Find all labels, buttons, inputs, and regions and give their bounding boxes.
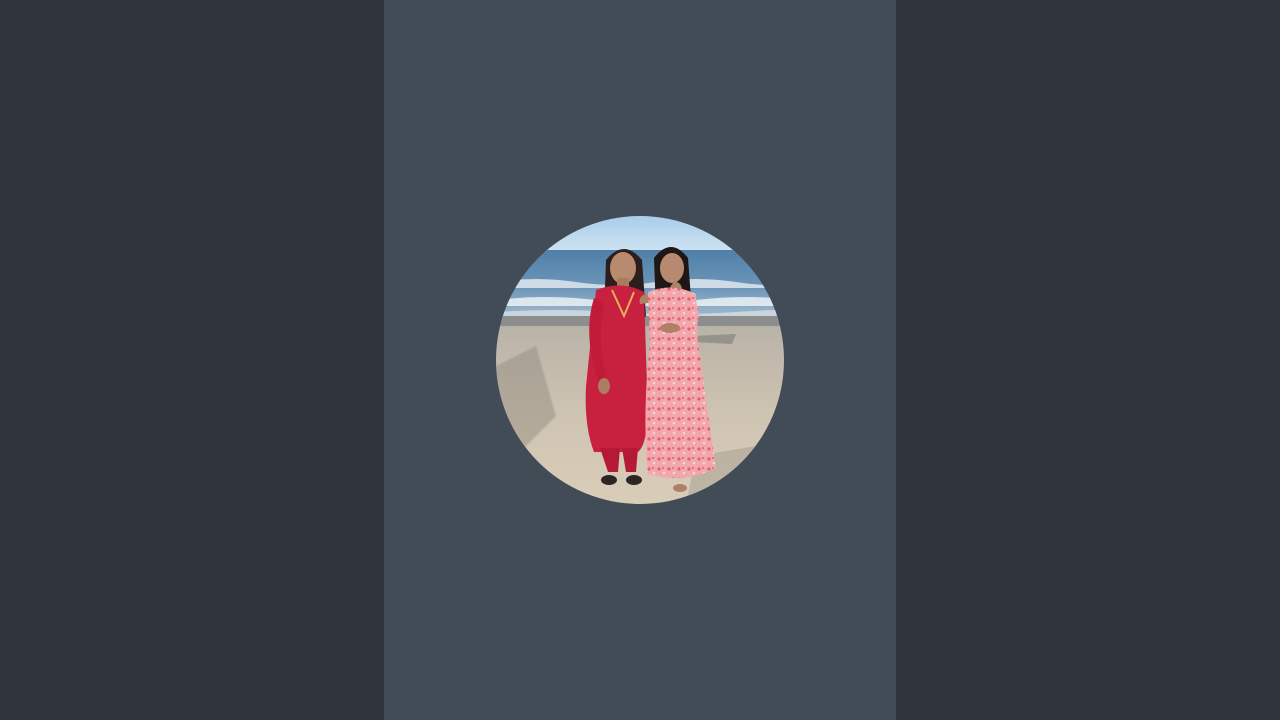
screen-background — [0, 0, 1280, 720]
avatar-photo — [496, 216, 784, 504]
profile-avatar — [496, 216, 784, 504]
